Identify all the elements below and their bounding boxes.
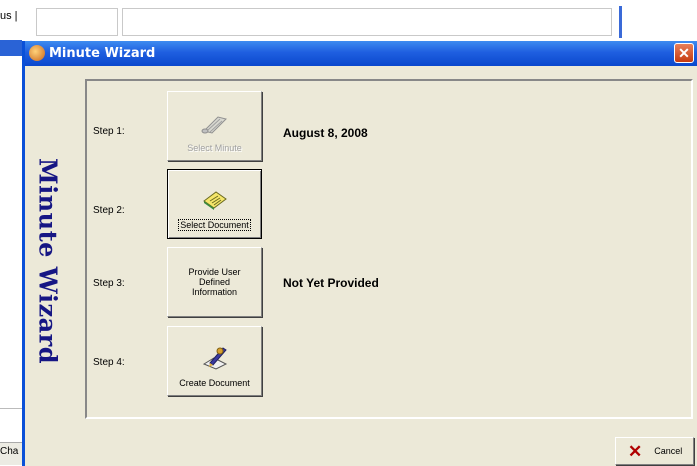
step-1-status: August 8, 2008 <box>283 126 368 140</box>
create-document-label: Create Document <box>179 378 250 388</box>
pen-paper-icon <box>202 347 227 370</box>
sidebar-title-text: Minute Wizard <box>33 157 63 365</box>
background-divider <box>619 6 622 38</box>
provide-user-info-line-1: Provide User <box>188 267 241 277</box>
create-document-button[interactable]: Create Document <box>167 326 262 396</box>
background-tab-label: Cha <box>0 446 19 457</box>
provide-user-info-line-2: Defined <box>198 277 231 287</box>
app-icon <box>29 45 45 61</box>
cancel-label: Cancel <box>654 446 683 456</box>
step-2-label: Step 2: <box>93 205 125 216</box>
background-status-text: us | <box>0 10 18 22</box>
background-field <box>36 8 118 36</box>
scroll-icon <box>201 116 227 134</box>
step-4-label: Step 4: <box>93 357 125 368</box>
background-field <box>122 8 612 36</box>
provide-user-info-line-3: Information <box>191 287 238 297</box>
step-1-label: Step 1: <box>93 126 125 137</box>
background-tab[interactable]: Cha <box>0 442 22 465</box>
provide-user-info-button[interactable]: Provide User Defined Information <box>167 247 262 317</box>
select-minute-label: Select Minute <box>187 143 242 153</box>
document-icon <box>202 191 227 210</box>
step-3-status: Not Yet Provided <box>283 276 379 290</box>
cancel-button[interactable]: ✕ Cancel <box>615 437 694 465</box>
select-minute-button[interactable]: Select Minute <box>167 91 262 161</box>
select-document-label: Select Document <box>178 219 251 231</box>
cancel-x-icon: ✕ <box>628 441 643 461</box>
background-selection <box>0 40 22 56</box>
minute-wizard-window: Minute Wizard ✕ Minute Wizard Step 1: Se… <box>22 41 697 466</box>
step-3-label: Step 3: <box>93 278 125 289</box>
select-document-button[interactable]: Select Document <box>167 169 262 239</box>
window-title: Minute Wizard <box>49 46 156 61</box>
close-button[interactable]: ✕ <box>674 43 694 63</box>
sidebar-title: Minute Wizard <box>25 131 71 391</box>
background-panel <box>0 408 22 443</box>
title-bar[interactable]: Minute Wizard ✕ <box>25 41 697 66</box>
background-left-panel <box>0 40 22 466</box>
